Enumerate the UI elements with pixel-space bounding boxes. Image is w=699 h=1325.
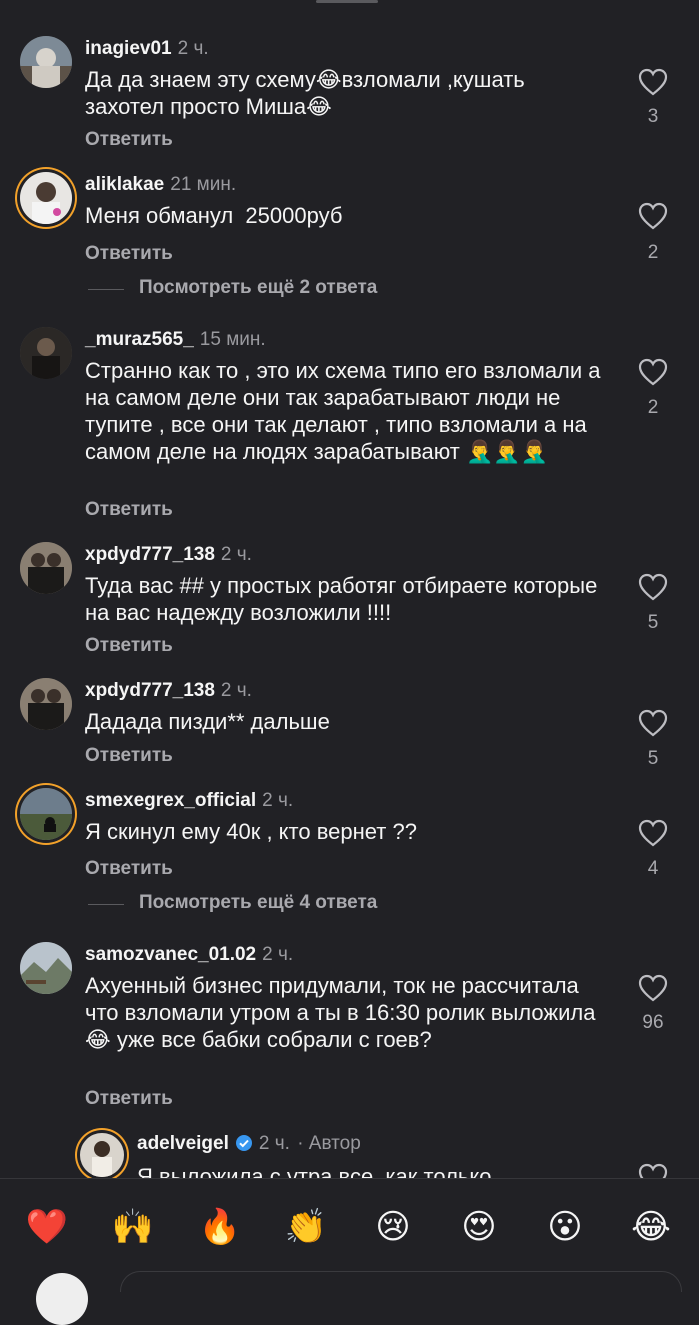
like-button[interactable] [638, 819, 668, 847]
view-more-replies-label[interactable]: Посмотреть ещё 2 ответа [139, 277, 377, 299]
username[interactable]: adelveigel [137, 1133, 229, 1154]
like-button[interactable] [638, 974, 668, 1002]
username[interactable]: smexegrex_official [85, 790, 256, 811]
comment-text: Меня обманул 25000руб [85, 203, 343, 228]
like-count: 2 [647, 397, 659, 418]
heart-icon [638, 819, 668, 847]
timestamp: 21 мин. [170, 174, 237, 195]
reaction-bar: ❤️ 🙌 🔥 👏 😢 😍 😮 😂 [0, 1178, 699, 1325]
comment-text: Да да знаем эту схему😂взломали ,кушать з… [85, 67, 531, 119]
heart-eyes-emoji[interactable]: 😍 [454, 1205, 504, 1249]
divider [88, 289, 124, 290]
username[interactable]: aliklakae [85, 174, 164, 195]
comment-text: Ахуенный бизнес придумали, ток не рассчи… [85, 973, 602, 1052]
username[interactable]: _muraz565_ [85, 329, 194, 350]
avatar[interactable] [80, 1133, 124, 1177]
avatar[interactable] [20, 327, 72, 379]
surprised-face-emoji[interactable]: 😮 [540, 1205, 590, 1249]
emoji-reactions: ❤️ 🙌 🔥 👏 😢 😍 😮 😂 [0, 1205, 699, 1249]
comment-meta: inagiev01 2 ч. [85, 38, 209, 60]
avatar[interactable] [20, 788, 72, 840]
laughing-tears-emoji[interactable]: 😂 [626, 1205, 676, 1249]
username[interactable]: samozvanec_01.02 [85, 944, 256, 965]
like-count: 96 [642, 1012, 664, 1033]
comment-text: Я скинул ему 40к , кто вернет ?? [85, 819, 417, 844]
reply-button[interactable]: Ответить [85, 635, 173, 657]
timestamp: 15 мин. [199, 329, 266, 350]
divider [88, 904, 124, 905]
username[interactable]: xpdyd777_138 [85, 680, 215, 701]
avatar[interactable] [20, 678, 72, 730]
comment-meta: xpdyd777_138 2 ч. [85, 544, 252, 566]
like-count: 5 [647, 748, 659, 769]
like-count: 3 [647, 106, 659, 127]
comment-meta: smexegrex_official 2 ч. [85, 790, 293, 812]
view-more-replies-label[interactable]: Посмотреть ещё 4 ответа [139, 892, 377, 914]
heart-icon [638, 573, 668, 601]
timestamp: 2 ч. [177, 38, 209, 59]
reply-button[interactable]: Ответить [85, 1088, 173, 1110]
heart-icon [638, 358, 668, 386]
comment-text: Туда вас ## у простых работяг отбираете … [85, 573, 604, 625]
red-heart-emoji[interactable]: ❤️ [22, 1205, 72, 1249]
comment-meta: xpdyd777_138 2 ч. [85, 680, 252, 702]
username[interactable]: inagiev01 [85, 38, 172, 59]
like-count: 4 [647, 858, 659, 879]
like-button[interactable] [638, 573, 668, 601]
avatar[interactable] [20, 942, 72, 994]
like-button[interactable] [638, 709, 668, 737]
heart-icon [638, 709, 668, 737]
comment-meta: adelveigel 2 ч. · Автор [137, 1133, 361, 1155]
avatar[interactable] [20, 542, 72, 594]
reply-button[interactable]: Ответить [85, 858, 173, 880]
timestamp: 2 ч. [262, 944, 294, 965]
comment-text: Странно как то , это их схема типо его в… [85, 358, 607, 464]
like-count: 2 [647, 242, 659, 263]
fire-emoji[interactable]: 🔥 [195, 1205, 245, 1249]
avatar[interactable] [20, 172, 72, 224]
reply-button[interactable]: Ответить [85, 129, 173, 151]
timestamp: 2 ч. [220, 544, 252, 565]
like-button[interactable] [638, 68, 668, 96]
heart-icon [638, 202, 668, 230]
comment-input[interactable] [120, 1271, 682, 1292]
comment-meta: _muraz565_ 15 мин. [85, 329, 266, 351]
like-button[interactable] [638, 358, 668, 386]
crying-face-emoji[interactable]: 😢 [368, 1205, 418, 1249]
reply-button[interactable]: Ответить [85, 745, 173, 767]
reply-button[interactable]: Ответить [85, 243, 173, 265]
like-button[interactable] [638, 202, 668, 230]
comment-meta: samozvanec_01.02 2 ч. [85, 944, 293, 966]
reply-button[interactable]: Ответить [85, 499, 173, 521]
heart-icon [638, 68, 668, 96]
username[interactable]: xpdyd777_138 [85, 544, 215, 565]
timestamp: 2 ч. [258, 1133, 290, 1154]
heart-icon [638, 974, 668, 1002]
like-count: 5 [647, 612, 659, 633]
timestamp: 2 ч. [220, 680, 252, 701]
my-avatar[interactable] [36, 1273, 88, 1325]
raising-hands-emoji[interactable]: 🙌 [108, 1205, 158, 1249]
author-label: · Автор [297, 1133, 361, 1154]
sheet-handle[interactable] [316, 0, 378, 3]
timestamp: 2 ч. [262, 790, 294, 811]
avatar[interactable] [20, 36, 72, 88]
clapping-hands-emoji[interactable]: 👏 [281, 1205, 331, 1249]
comment-text: Дадада пизди** дальше [85, 709, 330, 734]
comment-meta: aliklakae 21 мин. [85, 174, 236, 196]
verified-badge-icon [235, 1135, 252, 1151]
